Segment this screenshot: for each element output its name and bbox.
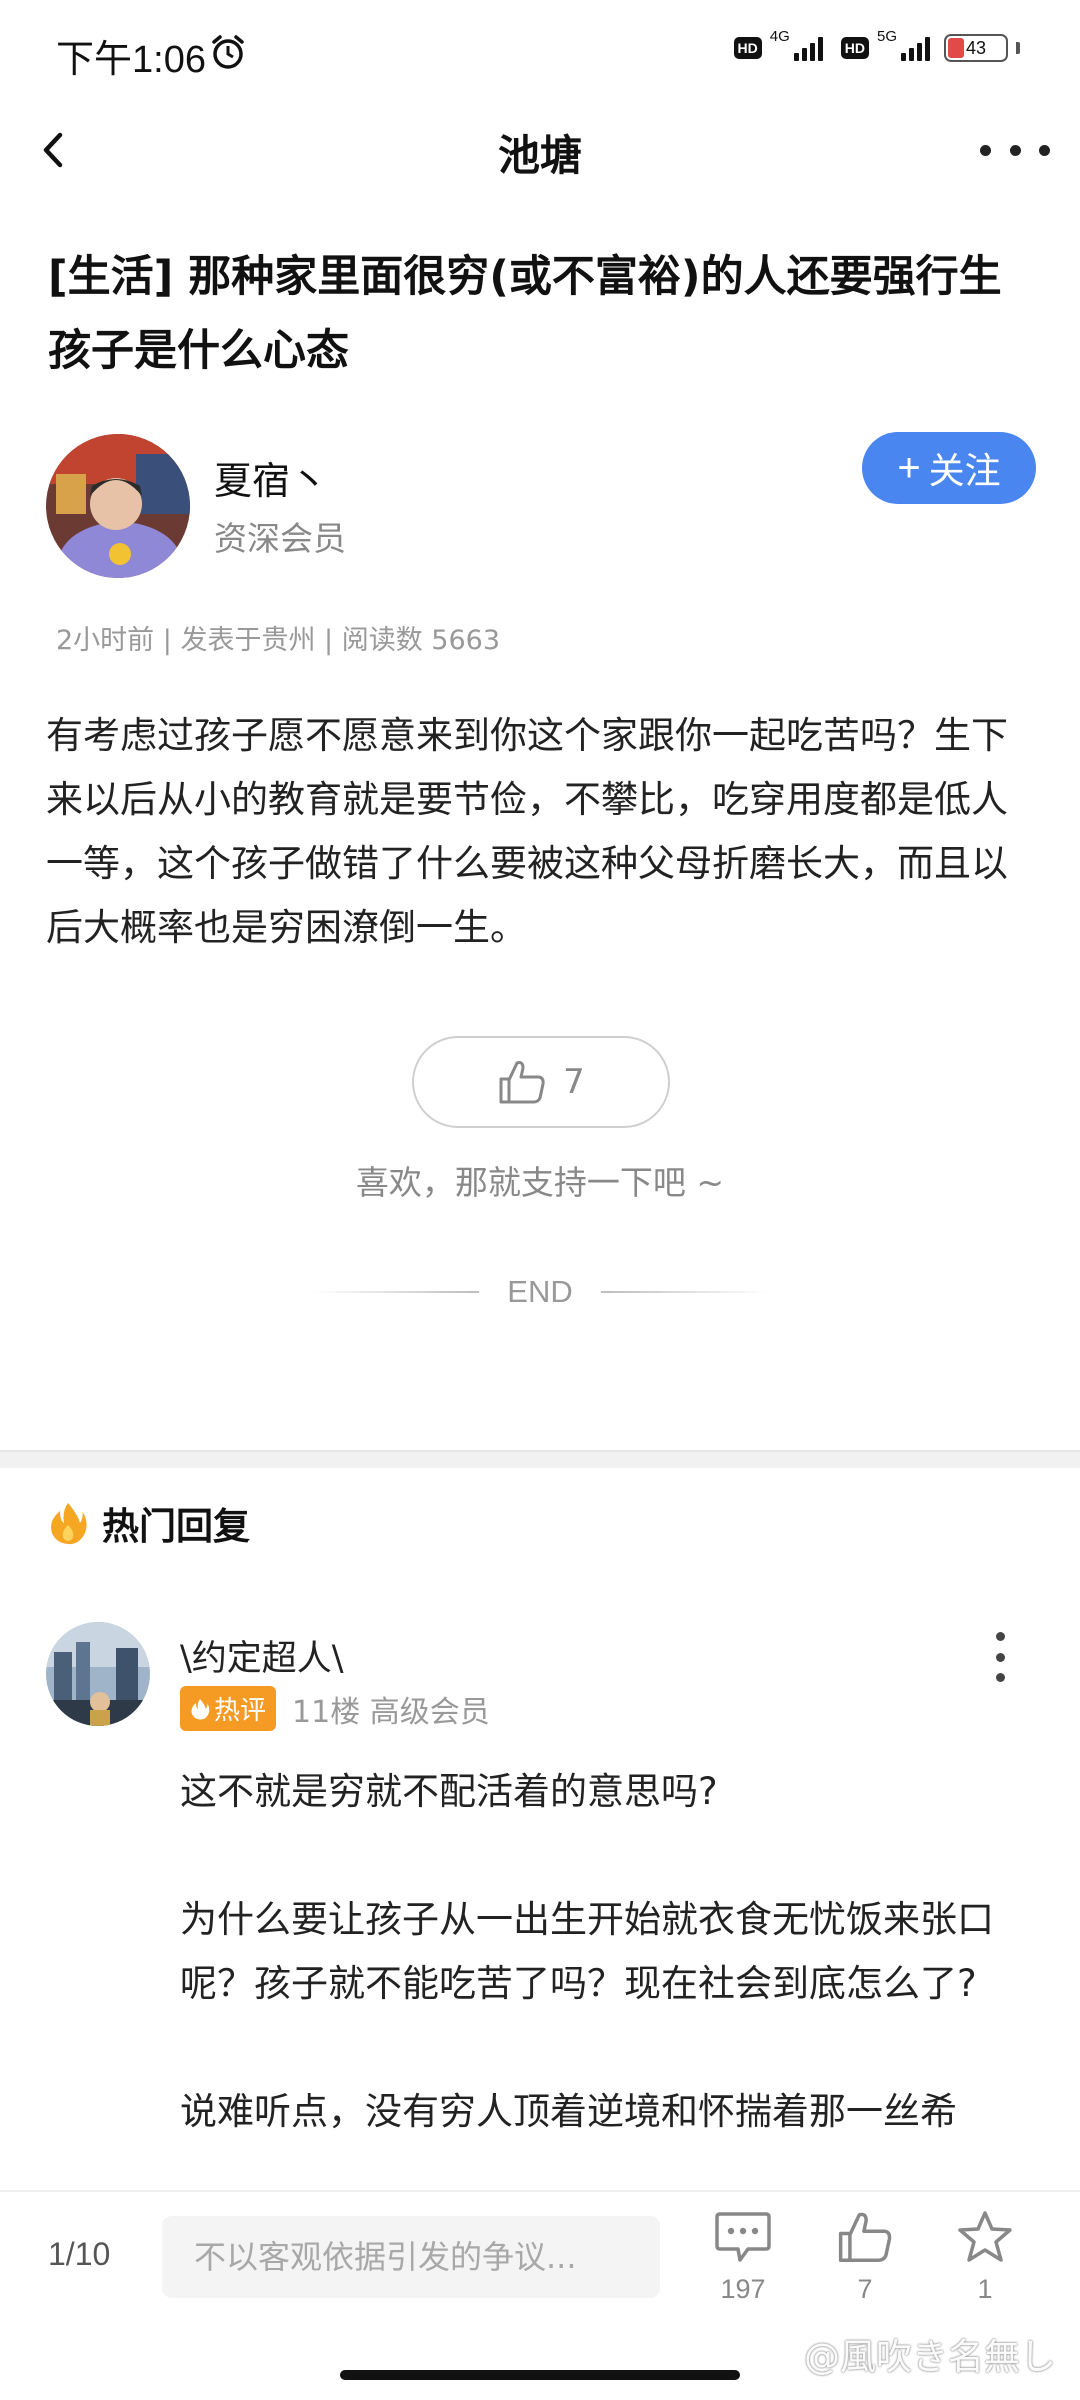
- reply-body: 这不就是穷就不配活着的意思吗? 为什么要让孩子从一出生开始就衣食无忧饭来张口呢？…: [180, 1760, 1040, 2190]
- hd-badge: HD: [840, 37, 869, 59]
- flame-icon: [51, 1503, 87, 1545]
- support-text: 喜欢，那就支持一下吧 ~: [355, 1163, 725, 1202]
- like-count: 7: [857, 2274, 873, 2304]
- thumbs-up-icon: [838, 2212, 892, 2262]
- status-time: 下午1:06: [56, 39, 206, 81]
- like-action[interactable]: 7: [820, 2210, 910, 2305]
- favorite-action[interactable]: 1: [940, 2210, 1030, 2305]
- post-body: 有考虑过孩子愿不愿意来到你这个家跟你一起吃苦吗？生下来以后从小的教育就是要节俭，…: [46, 714, 1008, 949]
- battery-icon: 43: [944, 34, 1008, 62]
- watermark: @風吹き名無し: [803, 2337, 1056, 2378]
- plus-icon: +: [897, 446, 921, 490]
- author-role: 资深会员: [214, 519, 346, 558]
- reply-paragraph: 这不就是穷就不配活着的意思吗?: [180, 1770, 718, 1813]
- follow-button[interactable]: + 关注: [862, 432, 1036, 504]
- page-indicator[interactable]: 1/10: [48, 2236, 110, 2273]
- favorite-count: 1: [977, 2274, 993, 2304]
- reply-paragraph: 为什么要让孩子从一出生开始就衣食无忧饭来张口呢？孩子就不能吃苦了吗？现在社会到底…: [180, 1898, 994, 2005]
- star-icon: [958, 2211, 1012, 2262]
- follow-label: 关注: [928, 450, 1001, 491]
- divider-line: [600, 1291, 767, 1293]
- page-title: 池塘: [497, 131, 582, 180]
- hot-badge-label: 热评: [214, 1696, 267, 1726]
- like-count: 7: [563, 1062, 585, 1102]
- comment-action[interactable]: 197: [698, 2210, 788, 2305]
- nav-bar: 池塘: [0, 100, 1080, 200]
- network-label: 5G: [876, 28, 897, 45]
- reply-paragraph: 说难听点，没有穷人顶着逆境和怀揣着那一丝希: [180, 2090, 957, 2133]
- reply-author-name[interactable]: \约定超人\: [180, 1630, 344, 1681]
- section-divider: [0, 1450, 1080, 1468]
- hot-replies-title: 热门回复: [102, 1505, 250, 1548]
- like-button[interactable]: 7: [412, 1036, 670, 1128]
- battery-level: 43: [965, 38, 987, 58]
- alarm-icon: [212, 35, 244, 69]
- post-meta: 2小时前 | 发表于贵州 | 阅读数 5663: [56, 625, 500, 656]
- hd-badge: HD: [733, 37, 762, 59]
- reply-meta: 热评 11楼 高级会员: [180, 1686, 490, 1731]
- reply-avatar[interactable]: [46, 1622, 150, 1726]
- end-label: END: [507, 1274, 573, 1309]
- author-name[interactable]: 夏宿丶: [214, 450, 328, 505]
- divider-line: [313, 1291, 480, 1293]
- hot-replies-header: 热门回复: [48, 1496, 250, 1550]
- status-indicators: HD 4G HD 5G 43: [733, 28, 1020, 62]
- comment-input[interactable]: [162, 2216, 660, 2298]
- network-label: 4G: [769, 28, 790, 45]
- thumbs-up-icon: [499, 1061, 545, 1104]
- post-title: [生活] 那种家里面很穷(或不富裕)的人还要强行生孩子是什么心态: [48, 252, 1002, 376]
- author-avatar[interactable]: [46, 434, 190, 578]
- end-marker: END: [0, 1274, 1080, 1310]
- bottom-action-bar: 1/10 197 7 1: [0, 2190, 1080, 2330]
- comment-icon: [715, 2212, 771, 2262]
- status-bar: 下午1:06 HD 4G HD 5G 43: [0, 0, 1080, 100]
- reply-floor-rank: 11楼 高级会员: [292, 1694, 490, 1730]
- reply-more-icon[interactable]: [990, 1632, 1010, 1682]
- hot-comment-badge: 热评: [180, 1686, 277, 1731]
- signal-icon: [793, 35, 823, 61]
- more-options-icon[interactable]: [980, 130, 1050, 170]
- signal-icon: [901, 35, 930, 61]
- comment-count: 197: [720, 2274, 766, 2304]
- flame-icon: [191, 1698, 210, 1720]
- home-indicator[interactable]: [340, 2370, 740, 2380]
